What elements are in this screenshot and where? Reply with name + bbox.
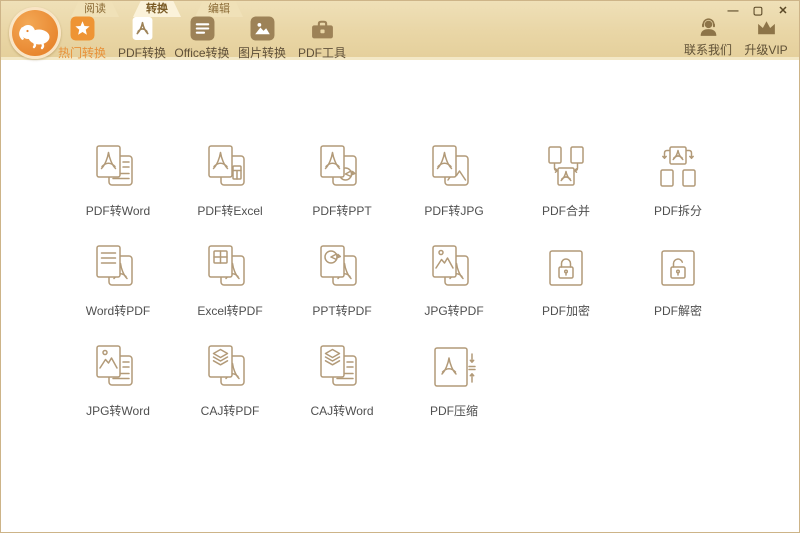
grid-item-pdf-unlock[interactable]: PDF解密 [622,242,734,342]
toolbar-item-label: PDF工具 [297,46,346,60]
window-controls: — ▢ ✕ [725,4,791,18]
word-to-pdf-icon [96,245,133,286]
tab-convert[interactable]: 转换 [133,1,181,17]
contact-us-label: 联系我们 [683,43,732,57]
grid-item-label: CAJ转Word [310,404,374,418]
grid-item-pdf-lock[interactable]: PDF加密 [510,242,622,342]
grid-item-label: PDF转Excel [197,204,263,218]
tab-read[interactable]: 阅读 [71,1,119,17]
grid-item-label: JPG转Word [86,404,150,418]
headset-person-icon [700,18,716,36]
upgrade-vip-button[interactable]: 升级VIP [737,16,795,58]
grid-item-word-to-pdf[interactable]: Word转PDF [62,242,174,342]
upgrade-vip-label: 升级VIP [744,43,788,57]
pdf-unlock-icon [661,250,695,286]
toolbar-item-office-convert[interactable]: Office转换 [172,16,232,61]
grid-item-label: PDF加密 [541,304,590,318]
image-icon [250,16,274,41]
grid-item-label: Excel转PDF [197,304,263,318]
grid-item-ppt-to-pdf[interactable]: PPT转PDF [286,242,398,342]
toolbar-item-label: 图片转换 [237,46,286,60]
pdf-to-excel-icon [208,145,245,186]
ppt-to-pdf-icon [320,245,357,286]
pdf-compress-icon [434,347,476,387]
grid-item-pdf-merge[interactable]: PDF合并 [510,142,622,242]
toolbar-item-label: PDF转换 [117,46,166,60]
jpg-to-pdf-icon [432,245,469,286]
main-content: PDF转Word PDF转Excel PDF转PPT PDF转JPG PDF合并… [1,63,799,532]
jpg-to-word-icon [96,345,133,386]
grid-item-pdf-to-excel[interactable]: PDF转Excel [174,142,286,242]
grid-item-caj-to-word[interactable]: CAJ转Word [286,342,398,442]
grid-item-label: PDF转JPG [424,204,484,218]
grid-item-label: PDF解密 [653,304,702,318]
pdf-to-word-icon [96,145,133,186]
caj-to-word-icon [320,345,357,386]
header-right-actions: 联系我们 升级VIP [679,16,795,58]
grid-item-pdf-split[interactable]: PDF拆分 [622,142,734,242]
toolbox-icon [311,20,333,39]
excel-to-pdf-icon [208,245,245,286]
pdf-page-icon [132,17,152,40]
grid-item-pdf-to-word[interactable]: PDF转Word [62,142,174,242]
grid-item-jpg-to-word[interactable]: JPG转Word [62,342,174,442]
toolbar-item-label: Office转换 [174,46,230,60]
toolbar-item-label: 热门转换 [57,46,106,60]
grid-item-label: Word转PDF [85,304,151,318]
minimize-icon[interactable]: — [725,4,741,18]
pdf-lock-icon [549,250,583,286]
pdf-to-ppt-icon [320,145,357,186]
toolbar-item-hot-convert[interactable]: 热门转换 [52,16,112,61]
pdf-to-jpg-icon [432,145,469,186]
grid-item-label: PDF压缩 [429,404,478,418]
grid-item-label: CAJ转PDF [200,404,260,418]
maximize-icon[interactable]: ▢ [750,4,766,18]
office-doc-icon [190,16,214,41]
top-tabs: 阅读 转换 编辑 [71,1,243,17]
grid-item-label: PDF转Word [85,204,151,218]
grid-item-label: PPT转PDF [312,304,372,318]
toolbar-item-pdf-convert[interactable]: PDF转换 [112,16,172,61]
conversion-grid: PDF转Word PDF转Excel PDF转PPT PDF转JPG PDF合并… [62,142,799,442]
grid-item-label: JPG转PDF [424,304,484,318]
caj-to-pdf-icon [208,345,245,386]
grid-item-excel-to-pdf[interactable]: Excel转PDF [174,242,286,342]
pdf-merge-icon [548,146,584,186]
app-window: 阅读 转换 编辑 热门转换 PDF转换 Office转换 图片转换 PDF工具 … [0,0,800,533]
toolbar: 热门转换 PDF转换 Office转换 图片转换 PDF工具 [52,16,352,61]
contact-us-button[interactable]: 联系我们 [679,16,737,58]
toolbar-item-image-convert[interactable]: 图片转换 [232,16,292,61]
grid-item-pdf-compress[interactable]: PDF压缩 [398,342,510,442]
close-icon[interactable]: ✕ [775,4,791,18]
grid-item-pdf-to-ppt[interactable]: PDF转PPT [286,142,398,242]
grid-item-label: PDF转PPT [312,204,372,218]
tab-edit[interactable]: 编辑 [195,1,243,17]
grid-item-pdf-to-jpg[interactable]: PDF转JPG [398,142,510,242]
grid-item-label: PDF拆分 [653,204,702,218]
pdf-split-icon [660,146,696,187]
grid-item-label: PDF合并 [541,204,590,218]
star-icon [70,16,94,41]
header-bar: 阅读 转换 编辑 热门转换 PDF转换 Office转换 图片转换 PDF工具 … [1,1,799,60]
toolbar-item-pdf-tools[interactable]: PDF工具 [292,16,352,61]
grid-item-jpg-to-pdf[interactable]: JPG转PDF [398,242,510,342]
grid-item-caj-to-pdf[interactable]: CAJ转PDF [174,342,286,442]
crown-icon [757,21,775,35]
